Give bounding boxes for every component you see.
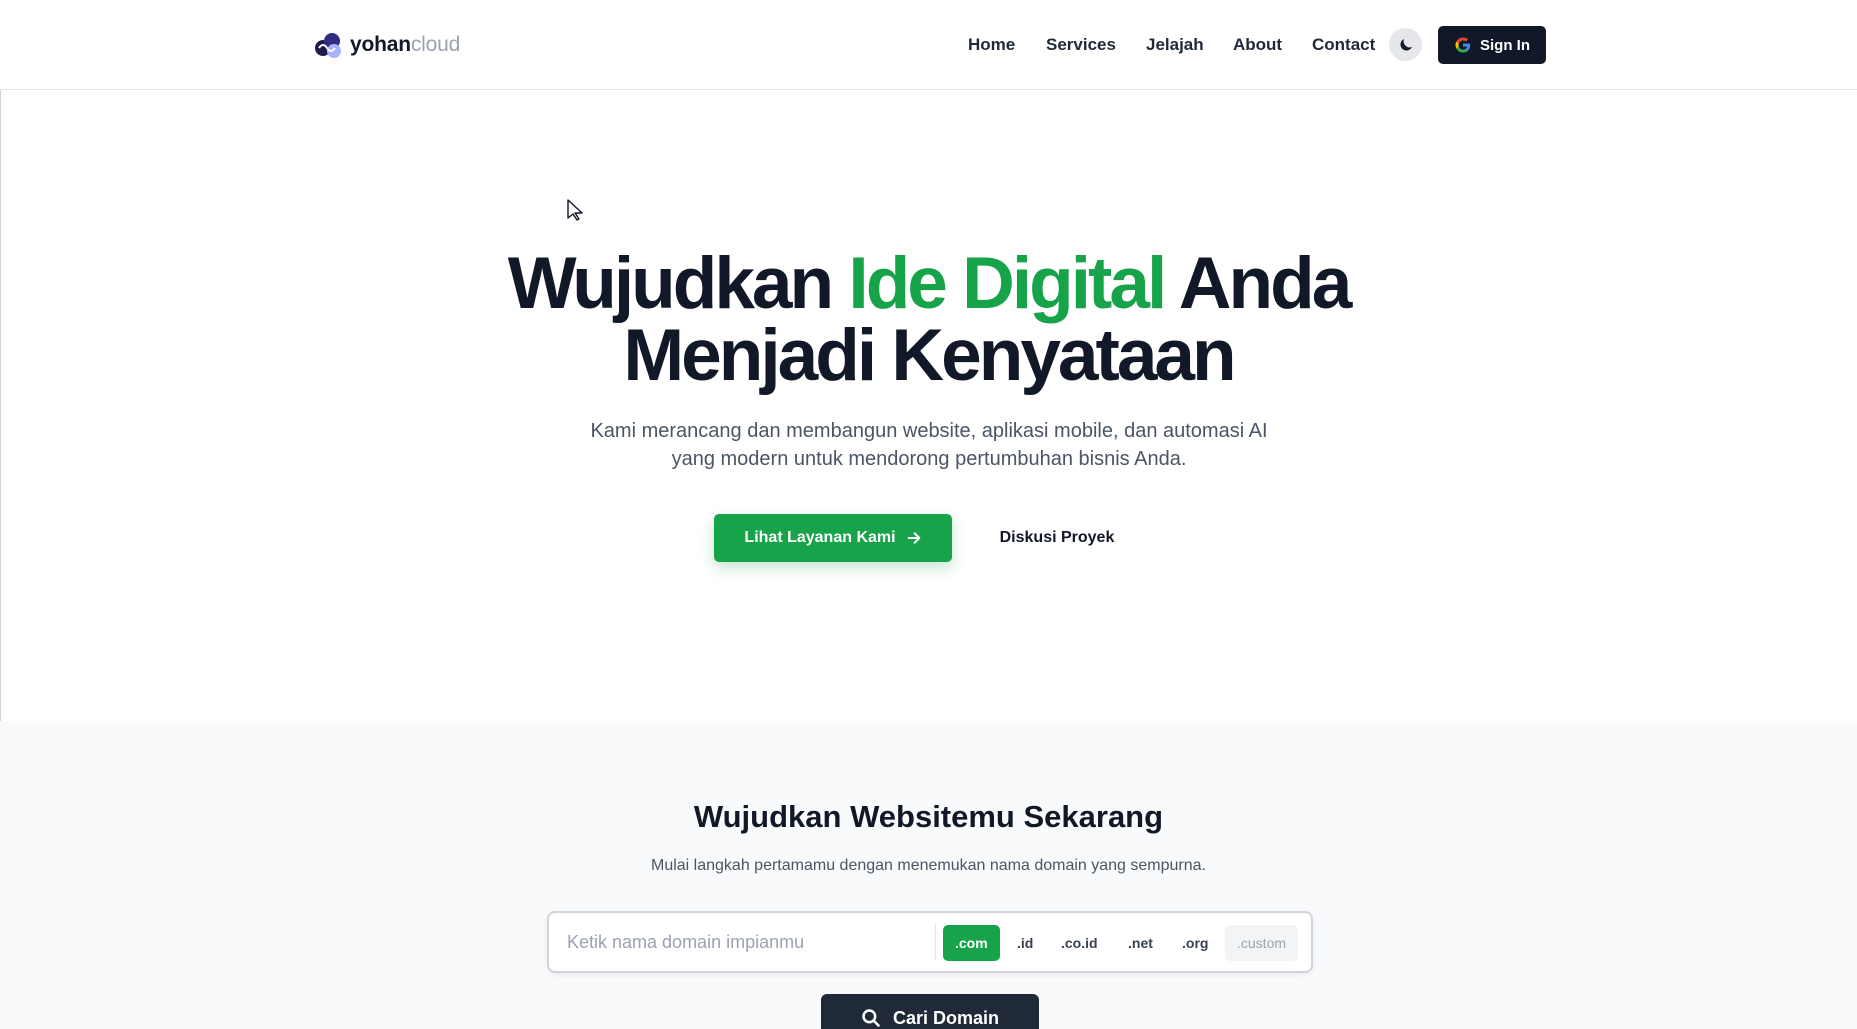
nav-link-jelajah[interactable]: Jelajah — [1146, 35, 1204, 55]
tld-option-org[interactable]: .org — [1170, 925, 1220, 961]
nav-link-home[interactable]: Home — [968, 35, 1015, 55]
nav-link-contact[interactable]: Contact — [1312, 35, 1375, 55]
nav-link-services[interactable]: Services — [1046, 35, 1116, 55]
theme-toggle-button[interactable] — [1389, 28, 1422, 61]
main-nav: Home Services Jelajah About Contact — [0, 30, 1857, 60]
discuss-project-button[interactable]: Diskusi Proyek — [980, 514, 1134, 562]
domain-section-title: Wujudkan Websitemu Sekarang — [693, 799, 1164, 834]
view-services-button[interactable]: Lihat Layanan Kami — [714, 514, 952, 562]
hero-title-part2: Anda — [1164, 243, 1353, 324]
nav-link-about[interactable]: About — [1233, 35, 1282, 55]
hero-title-accent: Ide Digital — [848, 243, 1167, 324]
search-divider — [935, 923, 936, 961]
mouse-pointer-icon — [567, 199, 583, 221]
tld-option-com[interactable]: .com — [943, 925, 1000, 961]
sign-in-label: Sign In — [1480, 36, 1530, 54]
search-icon — [862, 1009, 880, 1027]
tld-option-net[interactable]: .net — [1116, 925, 1165, 961]
top-navbar: yohancloud Home Services Jelajah About C… — [0, 0, 1857, 90]
tld-option-id[interactable]: .id — [1005, 925, 1045, 961]
tld-option-custom[interactable]: .custom — [1225, 925, 1299, 961]
domain-search-section: Wujudkan Websitemu Sekarang Mulai langka… — [0, 721, 1857, 1029]
arrow-right-icon — [907, 532, 920, 544]
domain-section-subtitle: Mulai langkah pertamamu dengan menemukan… — [651, 857, 1206, 874]
tld-option-co-id[interactable]: .co.id — [1049, 925, 1110, 961]
hero-title-part1: Wujudkan — [507, 243, 849, 324]
search-domain-label: Cari Domain — [892, 1008, 1000, 1028]
view-services-label: Lihat Layanan Kami — [744, 529, 896, 546]
domain-search-box: .com .id .co.id .net .org .custom — [547, 911, 1313, 973]
hero-subtitle: Kami merancang dan membangun website, ap… — [590, 420, 1268, 470]
moon-icon — [1399, 38, 1412, 51]
hero-title-line2: Menjadi Kenyataan — [623, 315, 1236, 396]
hero-title: Wujudkan Ide Digital Anda Menjadi Kenyat… — [0, 247, 1857, 392]
discuss-project-label: Diskusi Proyek — [999, 529, 1115, 546]
search-domain-button[interactable]: Cari Domain — [821, 994, 1039, 1029]
google-icon — [1455, 37, 1471, 53]
domain-search-input[interactable] — [567, 913, 927, 971]
sign-in-button[interactable]: Sign In — [1438, 26, 1546, 64]
